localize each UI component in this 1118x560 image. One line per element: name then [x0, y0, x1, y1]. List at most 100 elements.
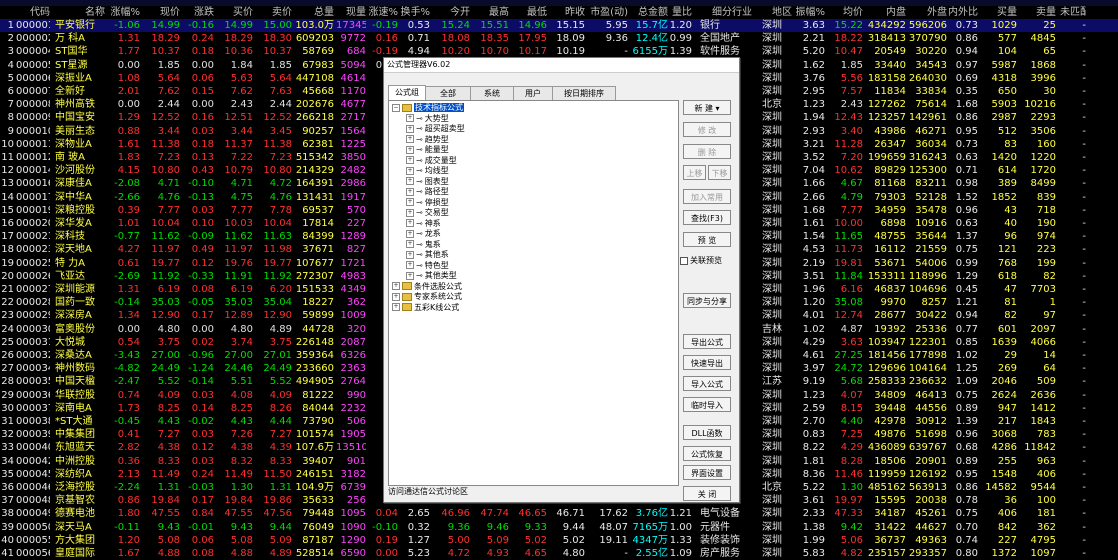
column-header[interactable]: 均价	[829, 6, 863, 19]
cell-cur: 6590	[340, 548, 366, 559]
column-header[interactable]: 外盘	[907, 6, 947, 19]
close-button[interactable]: 关 闭	[683, 486, 731, 501]
tree-item[interactable]: + ⊸ 其他类型	[406, 271, 457, 281]
column-header[interactable]: 换手%	[398, 6, 430, 19]
column-header[interactable]: 代码	[16, 6, 50, 19]
new-button[interactable]: 新 建 ▾	[683, 100, 731, 115]
column-header[interactable]: 地区	[762, 6, 792, 19]
temp-import-button[interactable]: 临时导入	[683, 397, 731, 412]
expand-icon[interactable]: +	[406, 240, 414, 248]
move-down-button[interactable]: 下移	[708, 165, 731, 180]
expand-icon[interactable]: +	[406, 156, 414, 164]
find-button[interactable]: 查找(F3)	[683, 210, 731, 225]
expand-icon[interactable]: +	[406, 229, 414, 238]
collapse-icon[interactable]: −	[392, 103, 400, 112]
column-header[interactable]: 现价	[144, 6, 180, 19]
export-button[interactable]: 导出公式	[683, 334, 731, 349]
column-header[interactable]: 买量	[983, 6, 1017, 19]
column-header[interactable]: 内外比	[948, 6, 978, 19]
table-row[interactable]: 2000002 万 科A 1.31 18.29 0.24 18.29 18.30609203…	[0, 32, 1118, 45]
column-header[interactable]: 未匹配量	[1060, 6, 1086, 19]
table-row[interactable]: 1000001 平安银行 -1.06 14.99 -0.16 14.99 15.00103.…	[0, 19, 1118, 32]
expand-icon[interactable]: +	[406, 145, 414, 154]
expand-icon[interactable]: +	[406, 250, 414, 259]
tab-0[interactable]: 公式组	[388, 85, 426, 100]
expand-icon[interactable]: +	[406, 271, 414, 280]
column-header[interactable]: 总量	[294, 6, 334, 19]
column-header[interactable]: 总金额	[630, 6, 668, 19]
import-button[interactable]: 导入公式	[683, 376, 731, 391]
tree-item[interactable]: + ⊸ 鬼系	[406, 240, 441, 250]
tree-item[interactable]: + ⊸ 神系	[406, 219, 441, 229]
dll-button[interactable]: DLL函数	[683, 425, 731, 440]
move-up-button[interactable]: 上移	[683, 165, 706, 180]
expand-icon[interactable]: +	[406, 177, 414, 185]
expand-icon[interactable]: +	[406, 219, 414, 227]
tab-3[interactable]: 用户	[513, 86, 553, 100]
restore-button[interactable]: 公式恢复	[683, 446, 731, 461]
tree-item[interactable]: + ⊸ 能量型	[406, 145, 449, 155]
expand-icon[interactable]: +	[406, 135, 414, 143]
tree-item[interactable]: + ⊸ 停损型	[406, 198, 449, 208]
tree-item[interactable]: + ⊸ 图表型	[406, 177, 449, 187]
column-header[interactable]: 涨幅%	[104, 6, 140, 19]
expand-icon[interactable]: +	[392, 292, 400, 301]
formula-tree[interactable]: − 技术指标公式 + ⊸ 大势型 + ⊸ 超买超卖型 + ⊸ 趋势型 + ⊸ 能量型 + ⊸ 成交量型 + ⊸ 均线型…	[388, 100, 679, 486]
expand-icon[interactable]: +	[406, 166, 414, 175]
tree-item[interactable]: + ⊸ 超买超卖型	[406, 124, 465, 134]
tree-item[interactable]: + ⊸ 龙系	[406, 229, 441, 239]
delete-button[interactable]: 删 除	[683, 144, 731, 159]
column-header[interactable]: 今开	[436, 6, 470, 19]
sync-share-button[interactable]: 同步与分享	[683, 293, 731, 308]
preview-button[interactable]: 预 览	[683, 232, 731, 247]
tab-2[interactable]: 系统	[470, 86, 514, 100]
table-row[interactable]: 41000056 皇庭国际 1.67 4.88 0.08 4.88 4.89528514 65…	[0, 547, 1118, 560]
tree-item[interactable]: + ⊸ 趋势型	[406, 135, 449, 145]
modify-button[interactable]: 修 改	[683, 122, 731, 137]
expand-icon[interactable]: +	[406, 114, 414, 122]
column-header[interactable]: 最高	[475, 6, 509, 19]
column-header[interactable]: 昨收	[551, 6, 585, 19]
linked-preview-checkbox[interactable]: 关联预览	[680, 256, 722, 266]
quick-export-button[interactable]: 快速导出	[683, 355, 731, 370]
column-header[interactable]: 涨速%	[366, 6, 398, 19]
expand-icon[interactable]: +	[406, 198, 414, 206]
expand-icon[interactable]: +	[406, 261, 414, 269]
column-header[interactable]: 名称	[55, 6, 105, 19]
expand-icon[interactable]: +	[406, 187, 414, 196]
column-header[interactable]: 最低	[513, 6, 547, 19]
tree-item[interactable]: + ⊸ 交易型	[406, 208, 449, 218]
table-row[interactable]: 39000050 深天马A -0.11 9.43 -0.01 9.43 9.44 76049 1…	[0, 521, 1118, 534]
column-header[interactable]: 内盘	[866, 6, 906, 19]
table-row[interactable]: 38000049 德赛电池 1.80 47.55 0.84 47.55 47.56 79448…	[0, 507, 1118, 520]
tree-item[interactable]: + ⊸ 特色型	[406, 261, 449, 271]
tree-item[interactable]: + ⊸ 路径型	[406, 187, 449, 197]
tree-folder[interactable]: + 专家系统公式	[392, 292, 462, 302]
forum-link[interactable]: 访问通达信公式讨论区	[388, 485, 468, 499]
column-header[interactable]: 涨跌	[184, 6, 214, 19]
tree-item[interactable]: + ⊸ 成交量型	[406, 156, 457, 166]
column-header[interactable]: 买价	[217, 6, 253, 19]
column-header[interactable]: 卖价	[256, 6, 292, 19]
table-row[interactable]: 40000055 方大集团 1.20 5.08 0.06 5.08 5.09 87187 129…	[0, 534, 1118, 547]
column-header[interactable]: 量比	[668, 6, 692, 19]
column-header[interactable]: 细分行业	[700, 6, 752, 19]
column-header[interactable]: 卖量	[1018, 6, 1056, 19]
expand-icon[interactable]: +	[392, 282, 400, 290]
tree-folder[interactable]: + 条件选股公式	[392, 282, 462, 292]
tree-item[interactable]: + ⊸ 均线型	[406, 166, 449, 176]
tree-item[interactable]: + ⊸ 其他系	[406, 250, 449, 260]
column-header[interactable]: 现量	[336, 6, 366, 19]
column-header[interactable]: 市盈(动)	[590, 6, 628, 19]
add-common-button[interactable]: 加入常用	[683, 189, 731, 204]
tab-4[interactable]: 按日期排序	[552, 86, 616, 100]
tree-folder[interactable]: + 五彩K线公式	[392, 303, 459, 313]
ui-settings-button[interactable]: 界面设置	[683, 465, 731, 480]
tree-item[interactable]: + ⊸ 大势型	[406, 114, 449, 124]
expand-icon[interactable]: +	[406, 208, 414, 217]
expand-icon[interactable]: +	[392, 303, 400, 311]
tab-1[interactable]: 全部	[425, 86, 471, 100]
column-header[interactable]: 振幅%	[795, 6, 825, 19]
expand-icon[interactable]: +	[406, 124, 414, 133]
tree-folder[interactable]: − 技术指标公式	[392, 103, 464, 113]
